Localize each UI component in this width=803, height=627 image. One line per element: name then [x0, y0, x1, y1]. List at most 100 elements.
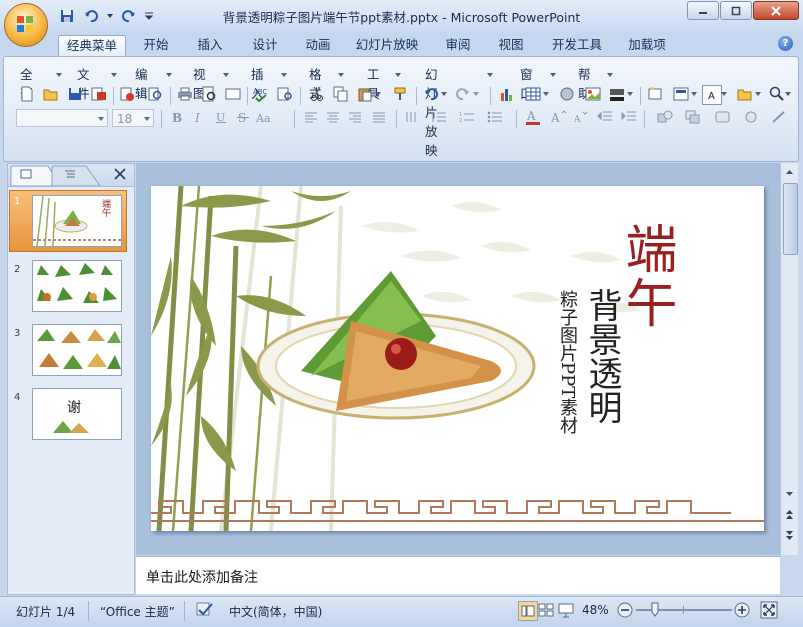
slide-thumbnail-4[interactable]: 谢 — [32, 388, 122, 440]
paste-icon[interactable] — [356, 85, 374, 103]
underline-icon[interactable]: U — [212, 108, 230, 126]
help-icon[interactable]: ? — [778, 36, 793, 51]
shape-fill-icon[interactable] — [742, 108, 760, 126]
research-icon[interactable] — [276, 85, 294, 103]
align-center-icon[interactable] — [324, 108, 342, 126]
increase-indent-icon[interactable] — [620, 108, 638, 126]
notes-pane[interactable]: 单击此处添加备注 — [136, 556, 780, 594]
shapes-icon[interactable] — [656, 108, 674, 126]
close-button[interactable] — [753, 1, 799, 20]
slide-layout-icon[interactable] — [672, 85, 690, 103]
font-color-icon[interactable]: A — [524, 108, 542, 126]
new-document-icon[interactable] — [18, 85, 36, 103]
insert-chart-icon[interactable] — [498, 85, 516, 103]
numbering-icon[interactable]: 12 — [458, 108, 476, 126]
office-button[interactable] — [4, 3, 48, 47]
spelling-check-icon[interactable] — [196, 602, 214, 621]
tab-slideshow[interactable]: 幻灯片放映 — [352, 35, 422, 55]
tab-addins[interactable]: 加载项 — [620, 35, 674, 55]
paste-dropdown-icon[interactable] — [374, 85, 382, 103]
language[interactable]: 中文(简体，中国) — [229, 603, 322, 620]
fit-to-window-icon[interactable] — [760, 601, 778, 622]
justify-icon[interactable] — [370, 108, 388, 126]
font-name-combo[interactable] — [16, 109, 108, 127]
slide-thumbnail-2[interactable] — [32, 260, 122, 312]
zoom-level[interactable]: 48% — [582, 603, 609, 617]
font-size-combo[interactable]: 18 — [112, 109, 154, 127]
slides-tab-icon[interactable] — [20, 169, 32, 183]
tab-design[interactable]: 设计 — [243, 35, 287, 55]
slide-caption[interactable]: 粽子图片PPT素材 — [556, 290, 578, 434]
slide-sorter-icon[interactable] — [538, 602, 554, 621]
table-dropdown-icon[interactable] — [542, 85, 550, 103]
textbox-dropdown-icon[interactable] — [720, 85, 728, 103]
quick-styles-icon[interactable] — [714, 108, 732, 126]
scroll-thumb[interactable] — [783, 183, 798, 255]
bullets-icon[interactable] — [486, 108, 504, 126]
theme-name[interactable]: “Office 主题” — [100, 603, 175, 620]
redo-icon[interactable] — [454, 85, 472, 103]
text-box-icon[interactable]: A — [702, 85, 722, 105]
slide-view-icon[interactable] — [224, 85, 242, 103]
align-left-icon[interactable] — [302, 108, 320, 126]
open-folder-icon[interactable] — [42, 85, 60, 103]
shape-outline-icon[interactable] — [770, 108, 788, 126]
zoom-slider-thumb[interactable] — [651, 602, 659, 617]
permission-icon[interactable] — [118, 85, 136, 103]
layout-dropdown-icon[interactable] — [690, 85, 698, 103]
scroll-down-icon[interactable] — [783, 487, 796, 501]
strikethrough-icon[interactable]: S — [234, 108, 252, 126]
tab-classic-menu[interactable]: 经典菜单 — [58, 35, 126, 56]
grow-font-icon[interactable]: A — [550, 108, 568, 126]
tab-developer[interactable]: 开发工具 — [544, 35, 610, 55]
tab-animation[interactable]: 动画 — [296, 35, 340, 55]
new-slide-icon[interactable] — [646, 85, 664, 103]
slide-thumbnail-1[interactable]: 端午 — [32, 195, 122, 247]
bold-icon[interactable]: B — [168, 108, 186, 126]
text-direction-icon[interactable] — [402, 108, 420, 126]
insert-picture-icon[interactable] — [584, 85, 602, 103]
slide-title[interactable]: 端午 — [613, 222, 679, 330]
fill-dropdown-icon[interactable] — [626, 85, 634, 103]
redo-dropdown-icon[interactable] — [472, 85, 480, 103]
maximize-button[interactable] — [720, 1, 752, 20]
align-right-icon[interactable] — [346, 108, 364, 126]
tab-insert[interactable]: 插入 — [188, 35, 232, 55]
line-spacing-icon[interactable] — [430, 108, 448, 126]
color-fill-icon[interactable] — [608, 85, 626, 103]
quick-print-icon[interactable] — [200, 85, 218, 103]
folder-dropdown-icon[interactable] — [754, 85, 762, 103]
clip-art-icon[interactable] — [558, 85, 576, 103]
slideshow-view-icon[interactable] — [558, 602, 574, 621]
insert-table-icon[interactable] — [524, 85, 542, 103]
tab-review[interactable]: 审阅 — [436, 35, 480, 55]
scroll-up-icon[interactable] — [783, 165, 796, 179]
print-preview-icon[interactable] — [146, 85, 164, 103]
outline-tab-icon[interactable] — [64, 169, 76, 183]
slide-canvas[interactable]: 端午 背景透明 粽子图片PPT素材 — [151, 186, 764, 531]
decrease-indent-icon[interactable] — [596, 108, 614, 126]
search-dropdown-icon[interactable] — [784, 85, 792, 103]
undo-dropdown-icon[interactable] — [440, 85, 448, 103]
tab-home[interactable]: 开始 — [136, 35, 176, 55]
tab-view[interactable]: 视图 — [489, 35, 533, 55]
next-slide-icon[interactable] — [783, 527, 796, 543]
vertical-scrollbar[interactable] — [780, 163, 798, 555]
shrink-font-icon[interactable]: A — [572, 108, 590, 126]
slide-subtitle[interactable]: 背景透明 — [582, 288, 622, 424]
cut-icon[interactable] — [308, 85, 326, 103]
print-icon[interactable] — [176, 85, 194, 103]
save-as-pdf-icon[interactable] — [90, 85, 108, 103]
undo-icon[interactable] — [422, 85, 440, 103]
change-case-icon[interactable]: Aa — [256, 108, 278, 126]
format-painter-icon[interactable] — [392, 85, 410, 103]
folder-icon[interactable] — [736, 85, 754, 103]
save-icon[interactable] — [66, 85, 84, 103]
italic-icon[interactable]: I — [190, 108, 208, 126]
slide-thumbnail-3[interactable] — [32, 324, 122, 376]
zoom-out-icon[interactable] — [617, 602, 633, 621]
previous-slide-icon[interactable] — [783, 507, 796, 523]
normal-view-icon[interactable] — [518, 601, 538, 621]
spelling-icon[interactable]: ABC — [252, 85, 270, 103]
copy-icon[interactable] — [332, 85, 350, 103]
